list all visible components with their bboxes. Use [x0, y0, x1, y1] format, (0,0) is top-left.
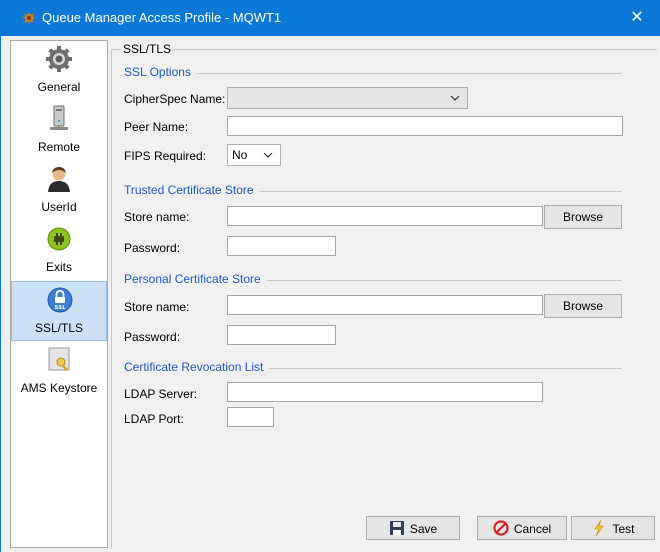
- peer-name-label: Peer Name:: [124, 120, 189, 134]
- sidebar-item-remote[interactable]: Remote: [11, 101, 107, 161]
- peer-name-input[interactable]: [227, 116, 623, 136]
- section-title-ssl-options: SSL Options: [124, 65, 197, 79]
- gear-icon: [46, 46, 72, 72]
- test-button[interactable]: Test: [571, 516, 655, 540]
- personal-password-input[interactable]: [227, 325, 336, 345]
- sidebar-item-label: AMS Keystore: [20, 381, 98, 395]
- fips-required-dropdown[interactable]: No: [227, 144, 281, 166]
- svg-text:SSL: SSL: [54, 305, 66, 311]
- lightning-icon: [594, 519, 605, 536]
- sidebar-item-ams-keystore[interactable]: AMS Keystore: [11, 342, 107, 402]
- trusted-browse-button[interactable]: Browse: [544, 205, 622, 229]
- ldap-server-input[interactable]: [227, 382, 543, 402]
- ssl-tls-panel: SSL/TLS SSL Options CipherSpec Name: Pee…: [111, 36, 657, 552]
- panel-title: SSL/TLS: [123, 42, 172, 56]
- personal-password-label: Password:: [124, 330, 181, 344]
- chevron-down-icon: [263, 152, 273, 158]
- sidebar-item-userid[interactable]: UserId: [11, 161, 107, 221]
- app-icon: [22, 11, 36, 25]
- personal-store-name-input[interactable]: [227, 295, 543, 315]
- fips-required-value: No: [232, 148, 248, 162]
- panel-border: [111, 49, 112, 549]
- sidebar-item-exits[interactable]: Exits: [11, 221, 107, 281]
- section-title-trusted-store: Trusted Certificate Store: [124, 183, 260, 197]
- cancel-label: Cancel: [513, 521, 552, 536]
- ldap-port-label: LDAP Port:: [124, 412, 184, 426]
- sidebar-item-label: SSL/TLS: [34, 321, 84, 335]
- test-label: Test: [612, 521, 635, 536]
- fips-required-label: FIPS Required:: [124, 149, 207, 163]
- computer-icon: [50, 105, 68, 130]
- trusted-password-input[interactable]: [227, 236, 336, 256]
- keystore-icon: [48, 347, 70, 371]
- personal-browse-button[interactable]: Browse: [544, 294, 622, 318]
- section-divider: [124, 73, 622, 74]
- plug-icon: [47, 227, 71, 251]
- dialog-body: General Remote UserId Exits SSL SSL/TLS …: [0, 36, 660, 552]
- user-icon: [48, 167, 70, 192]
- panel-border: [170, 49, 657, 50]
- section-title-personal-store: Personal Certificate Store: [124, 272, 267, 286]
- floppy-disk-icon: [389, 520, 404, 535]
- chevron-down-icon: [450, 95, 460, 101]
- personal-store-name-label: Store name:: [124, 300, 190, 314]
- sidebar-item-label: Exits: [45, 260, 72, 274]
- sidebar-item-ssl-tls[interactable]: SSL SSL/TLS: [11, 281, 107, 341]
- cancel-button[interactable]: Cancel: [477, 516, 567, 540]
- cancel-icon: [493, 520, 509, 536]
- trusted-password-label: Password:: [124, 241, 181, 255]
- sidebar: General Remote UserId Exits SSL SSL/TLS …: [10, 40, 108, 548]
- window-title: Queue Manager Access Profile - MQWT1: [42, 10, 282, 25]
- sidebar-item-label: UserId: [41, 200, 77, 214]
- trusted-store-name-input[interactable]: [227, 206, 543, 226]
- sidebar-item-label: General: [37, 80, 81, 94]
- trusted-store-name-label: Store name:: [124, 210, 190, 224]
- ldap-server-label: LDAP Server:: [124, 387, 198, 401]
- panel-border: [112, 49, 121, 50]
- save-label: Save: [409, 521, 438, 536]
- close-button[interactable]: ✕: [614, 0, 660, 36]
- cipherspec-label: CipherSpec Name:: [124, 92, 226, 106]
- sidebar-item-label: Remote: [37, 140, 81, 154]
- save-button[interactable]: Save: [366, 516, 460, 540]
- sidebar-item-general[interactable]: General: [11, 41, 107, 101]
- title-bar: Queue Manager Access Profile - MQWT1 ✕: [0, 0, 660, 36]
- cipherspec-dropdown[interactable]: [227, 87, 468, 109]
- ssl-lock-icon: SSL: [47, 287, 73, 313]
- section-title-crl: Certificate Revocation List: [124, 360, 270, 374]
- ldap-port-input[interactable]: [227, 407, 274, 427]
